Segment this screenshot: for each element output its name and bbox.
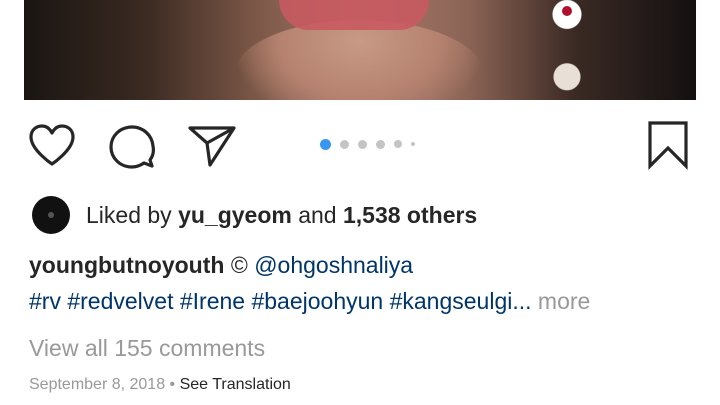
comment-icon[interactable] xyxy=(108,124,156,170)
heart-icon[interactable] xyxy=(28,124,76,168)
view-comments-link[interactable]: View all 155 comments xyxy=(29,334,265,362)
post-meta: September 8, 2018 • See Translation xyxy=(29,374,291,396)
carousel-dot xyxy=(394,140,402,148)
caption-ellipsis: ... xyxy=(512,288,532,314)
hashtag-link[interactable]: #kangseulgi xyxy=(390,288,513,314)
carousel-dot xyxy=(358,139,367,149)
post-date: September 8, 2018 xyxy=(29,376,166,393)
likes-count-link[interactable]: 1,538 others xyxy=(343,202,477,228)
post-photo[interactable] xyxy=(24,0,696,100)
caption-mention[interactable]: @ohgoshnaliya xyxy=(254,252,413,278)
carousel-dot xyxy=(376,139,385,149)
caption-symbol: © xyxy=(230,252,248,278)
carousel-dot xyxy=(411,142,415,146)
bookmark-icon[interactable] xyxy=(646,120,690,170)
carousel-dot xyxy=(320,138,331,150)
avatar-mark xyxy=(48,212,54,218)
likes-connector: and xyxy=(298,202,337,228)
hashtag-link[interactable]: #redvelvet xyxy=(67,288,173,314)
likes-user-link[interactable]: yu_gyeom xyxy=(178,202,292,228)
carousel-dot xyxy=(340,139,349,149)
photo-earring-area xyxy=(539,0,595,96)
meta-separator: • xyxy=(169,376,176,393)
carousel-indicator xyxy=(320,138,415,150)
hashtag-link[interactable]: #rv xyxy=(29,288,61,314)
photo-face-area xyxy=(234,20,484,100)
caption-username[interactable]: youngbutnoyouth xyxy=(29,252,224,278)
hashtag-link[interactable]: #baejoohyun xyxy=(251,288,383,314)
caption: youngbutnoyouth © @ohgoshnaliya xyxy=(29,251,413,279)
avatar[interactable] xyxy=(32,196,70,234)
share-icon[interactable] xyxy=(187,124,237,168)
more-link[interactable]: more xyxy=(538,288,590,314)
likes-prefix: Liked by xyxy=(86,202,172,228)
hashtag-link[interactable]: #Irene xyxy=(180,288,245,314)
likes-summary: Liked by yu_gyeom and 1,538 others xyxy=(86,201,477,229)
see-translation-link[interactable]: See Translation xyxy=(180,376,291,393)
hashtag-line: #rv #redvelvet #Irene #baejoohyun #kangs… xyxy=(29,287,590,315)
photo-lips-area xyxy=(279,0,429,30)
